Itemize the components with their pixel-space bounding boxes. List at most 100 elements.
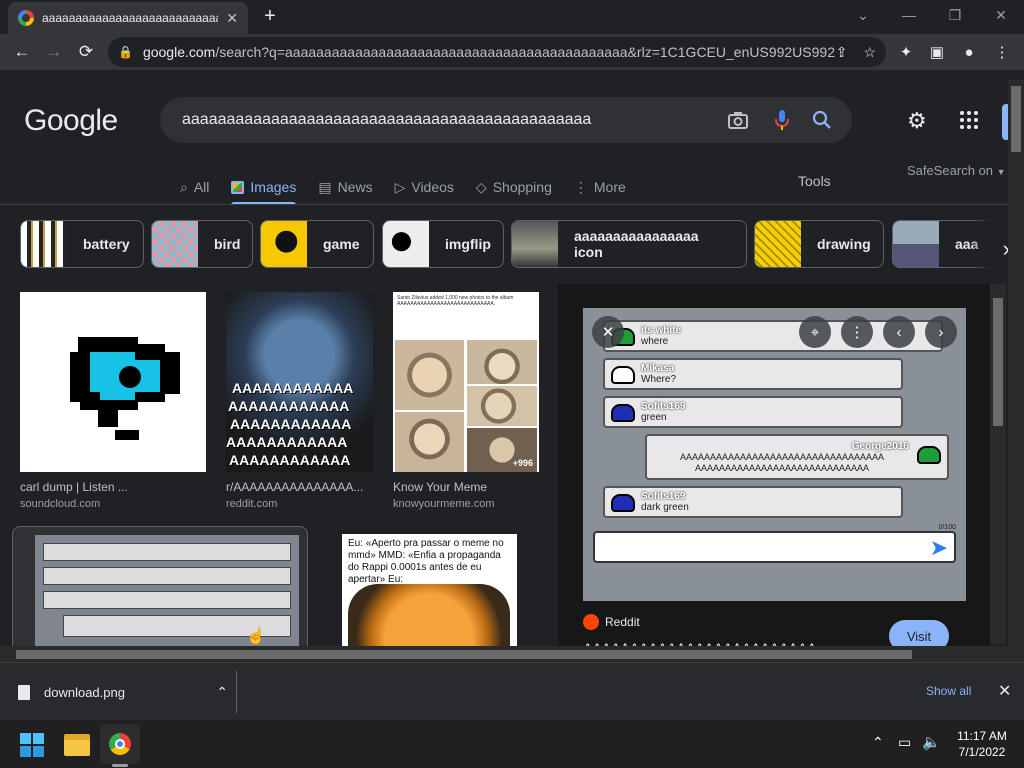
result-title[interactable]: Know Your Meme: [393, 480, 539, 494]
result-source: soundcloud.com: [20, 498, 101, 510]
crewmate-icon: [611, 366, 635, 384]
camera-icon[interactable]: [726, 108, 750, 132]
volume-icon[interactable]: 🔈: [922, 733, 941, 751]
chip-battery[interactable]: battery: [20, 220, 144, 268]
microphone-icon[interactable]: [770, 108, 794, 132]
show-all-button[interactable]: Show all: [926, 684, 971, 698]
chat-input[interactable]: ➤: [593, 531, 956, 563]
chip-aaaa-icon[interactable]: aaaaaaaaaaaaaaaa icon: [511, 220, 747, 268]
download-item[interactable]: download.png ⌃: [18, 677, 234, 707]
visual-search-button[interactable]: ⌖: [799, 316, 831, 348]
download-bar: download.png ⌃ Show all ✕: [0, 662, 1024, 720]
lock-icon: 🔒: [118, 45, 133, 59]
page-scrollbar[interactable]: [1008, 80, 1024, 662]
url-domain: google.com: [142, 44, 216, 60]
chrome-menu-icon[interactable]: ⋮: [989, 39, 1015, 65]
download-filename: download.png: [44, 684, 125, 700]
clock[interactable]: 11:17 AM 7/1/2022: [954, 728, 1010, 760]
pug-photo: [467, 340, 537, 384]
image-result-1[interactable]: carl dump | Listen ... soundcloud.com: [20, 292, 206, 510]
more-options-button[interactable]: ⋮: [841, 316, 873, 348]
chrome-taskbar-icon[interactable]: [100, 724, 140, 764]
reload-button[interactable]: ⟳: [70, 36, 102, 68]
close-tab-icon[interactable]: ✕: [226, 10, 238, 27]
tab-all[interactable]: ⌕ All: [180, 170, 209, 204]
previous-image-button[interactable]: ‹: [883, 316, 915, 348]
chat-bar: [43, 543, 291, 561]
meme-caption: Eu: «Aperto pra passar o meme no mmd» MM…: [348, 538, 504, 585]
share-icon[interactable]: ⇪: [836, 44, 848, 61]
send-arrow-icon[interactable]: ➤: [930, 535, 948, 561]
image-result-2[interactable]: AAAAAAAAAAAA AAAAAAAAAAAA AAAAAAAAAAAA A…: [226, 292, 373, 510]
chevron-up-icon[interactable]: ⌃: [216, 684, 228, 701]
settings-gear-icon[interactable]: ⚙: [907, 108, 927, 134]
search-results-page: Google aaaaaaaaaaaaaaaaaaaaaaaaaaaaaaaaa…: [0, 70, 1024, 662]
image-result-3[interactable]: Santo Zilavius added 1,000 new photos to…: [393, 292, 539, 510]
back-button[interactable]: ←: [6, 36, 38, 68]
tab-shopping[interactable]: ◇ Shopping: [476, 170, 552, 204]
chat-message-4: George2016 AAAAAAAAAAAAAAAAAAAAAAAAAAAAAA…: [645, 434, 949, 480]
browser-tab[interactable]: aaaaaaaaaaaaaaaaaaaaaaaaaaaaaaaaaaa ✕: [8, 2, 248, 34]
close-preview-button[interactable]: ✕: [592, 316, 624, 348]
address-bar[interactable]: 🔒 google.com/search?q=aaaaaaaaaaaaaaaaaa…: [108, 37, 886, 67]
chip-drawing[interactable]: drawing: [754, 220, 884, 268]
play-icon: ▷: [394, 178, 406, 195]
tab-search-icon[interactable]: ⌄: [840, 0, 886, 30]
network-icon[interactable]: ▭: [898, 734, 911, 751]
restore-button[interactable]: ❐: [932, 0, 978, 30]
reddit-source[interactable]: Reddit: [583, 614, 640, 630]
chip-game[interactable]: game: [260, 220, 374, 268]
result-title[interactable]: carl dump | Listen ...: [20, 480, 206, 494]
kym-album-header: Santo Zilavius added 1,000 new photos to…: [397, 295, 514, 307]
apps-grid-icon[interactable]: [959, 110, 979, 135]
result-source: knowyourmeme.com: [393, 498, 495, 510]
search-input[interactable]: aaaaaaaaaaaaaaaaaaaaaaaaaaaaaaaaaaaaaaaa…: [160, 97, 852, 143]
safesearch-button[interactable]: SafeSearch on ▼: [907, 163, 1006, 178]
tab-images[interactable]: Images: [231, 170, 296, 205]
google-logo[interactable]: Google: [24, 104, 118, 138]
forward-button[interactable]: →: [38, 36, 70, 68]
dropdown-caret-icon: ▼: [996, 167, 1006, 177]
show-hidden-icons-chevron-icon[interactable]: ⌃: [872, 734, 884, 751]
preview-scroll-thumb[interactable]: [993, 298, 1003, 426]
image-result-5[interactable]: Eu: «Aperto pra passar o meme no mmd» MM…: [342, 534, 517, 662]
stitch-text-line: AAAAAAAAAAAA: [230, 416, 352, 432]
tools-button[interactable]: Tools: [798, 173, 831, 189]
google-favicon-icon: [18, 10, 34, 26]
start-button[interactable]: [20, 733, 44, 757]
crewmate-icon: [917, 446, 941, 464]
preview-image[interactable]: its white where Mikasa Where? Sofits169 gre…: [583, 308, 966, 601]
search-small-icon: ⌕: [180, 178, 188, 195]
chip-imgflip[interactable]: imgflip: [382, 220, 504, 268]
bookmark-star-icon[interactable]: ☆: [863, 44, 876, 61]
new-tab-button[interactable]: +: [258, 6, 282, 28]
image-preview-panel: its white where Mikasa Where? Sofits169 gre…: [558, 284, 990, 662]
page-scroll-thumb[interactable]: [1011, 86, 1021, 152]
file-explorer-icon[interactable]: [64, 734, 90, 756]
tab-videos[interactable]: ▷ Videos: [395, 170, 454, 204]
tab-more[interactable]: ⋮ More: [574, 170, 626, 204]
chip-bird[interactable]: bird: [151, 220, 253, 268]
tab-news[interactable]: ▤ News: [318, 170, 372, 204]
close-download-bar-icon[interactable]: ✕: [998, 681, 1011, 701]
result-title[interactable]: r/AAAAAAAAAAAAAAA...: [226, 480, 373, 494]
chat-counter: 0/100: [938, 524, 956, 531]
profile-avatar-icon[interactable]: ●: [956, 39, 982, 65]
close-window-button[interactable]: ✕: [978, 0, 1024, 30]
extensions-puzzle-icon[interactable]: ✦: [893, 39, 919, 65]
tab-title: aaaaaaaaaaaaaaaaaaaaaaaaaaaaaaaaaaa: [42, 11, 218, 25]
horizontal-scrollbar[interactable]: [0, 646, 1008, 662]
chip-thumb-drawing: [755, 221, 801, 267]
stitch-text-line: AAAAAAAAAAAA: [228, 398, 350, 414]
chat-bar: [43, 591, 291, 609]
side-panel-icon[interactable]: ▣: [924, 39, 950, 65]
horizontal-scroll-thumb[interactable]: [16, 650, 912, 659]
minimize-button[interactable]: —: [886, 0, 932, 30]
chip-thumb-imgflip: [383, 221, 429, 267]
chip-thumb-aaa: [893, 221, 939, 267]
search-query: aaaaaaaaaaaaaaaaaaaaaaaaaaaaaaaaaaaaaaaa…: [182, 111, 592, 128]
next-image-button[interactable]: ›: [925, 316, 957, 348]
search-icon[interactable]: [810, 108, 834, 132]
url-path: /search?q=aaaaaaaaaaaaaaaaaaaaaaaaaaaaaa…: [215, 44, 836, 60]
preview-scrollbar[interactable]: [990, 284, 1006, 644]
